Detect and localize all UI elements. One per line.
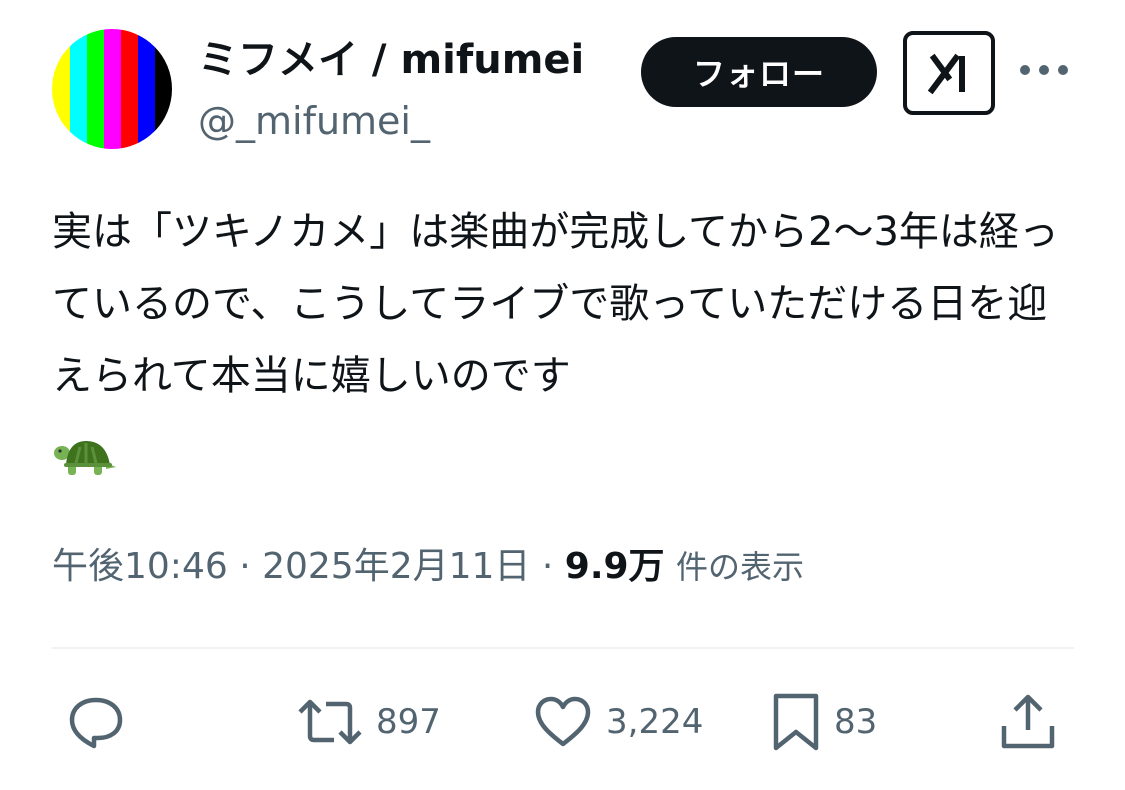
meta-separator: · [227,546,263,587]
follow-button[interactable]: フォロー [641,37,877,107]
reply-icon [69,697,123,749]
retweet-count: 897 [376,702,441,742]
meta-separator: · [530,546,565,587]
grok-button[interactable] [903,31,995,115]
color-bars-image [52,29,172,149]
bookmark-button[interactable]: 83 [770,690,877,754]
bookmark-count: 83 [834,702,878,742]
more-dots-icon [1020,65,1068,75]
post-date[interactable]: 2025年2月11日 [262,546,530,587]
views-count[interactable]: 9.9万 [565,546,665,587]
divider [52,647,1074,649]
more-options-button[interactable] [1014,50,1074,90]
like-count: 3,224 [606,702,704,742]
views-label: 件の表示 [676,548,805,586]
like-button[interactable]: 3,224 [532,690,703,754]
bookmark-icon [773,693,819,751]
share-icon [1001,694,1055,749]
post-time[interactable]: 午後10:46 [52,546,228,587]
user-handle[interactable]: @_mifumei_ [198,98,430,144]
tweet-text: 実は「ツキノカメ」は楽曲が完成してから2〜3年は経っているので、こうしてライブで… [52,209,1059,399]
grok-icon [927,53,965,95]
retweet-button[interactable]: 897 [296,690,441,754]
tweet-meta: 午後10:46 · 2025年2月11日 · 9.9万 件の表示 [52,544,804,590]
follow-button-label: フォロー [692,55,825,93]
heart-icon [535,696,591,747]
avatar[interactable] [52,29,172,149]
retweet-icon [298,699,362,745]
reply-button[interactable] [66,690,126,754]
turtle-emoji [54,437,118,481]
share-button[interactable] [998,690,1058,754]
display-name[interactable]: ミフメイ / mifumei [198,36,584,84]
